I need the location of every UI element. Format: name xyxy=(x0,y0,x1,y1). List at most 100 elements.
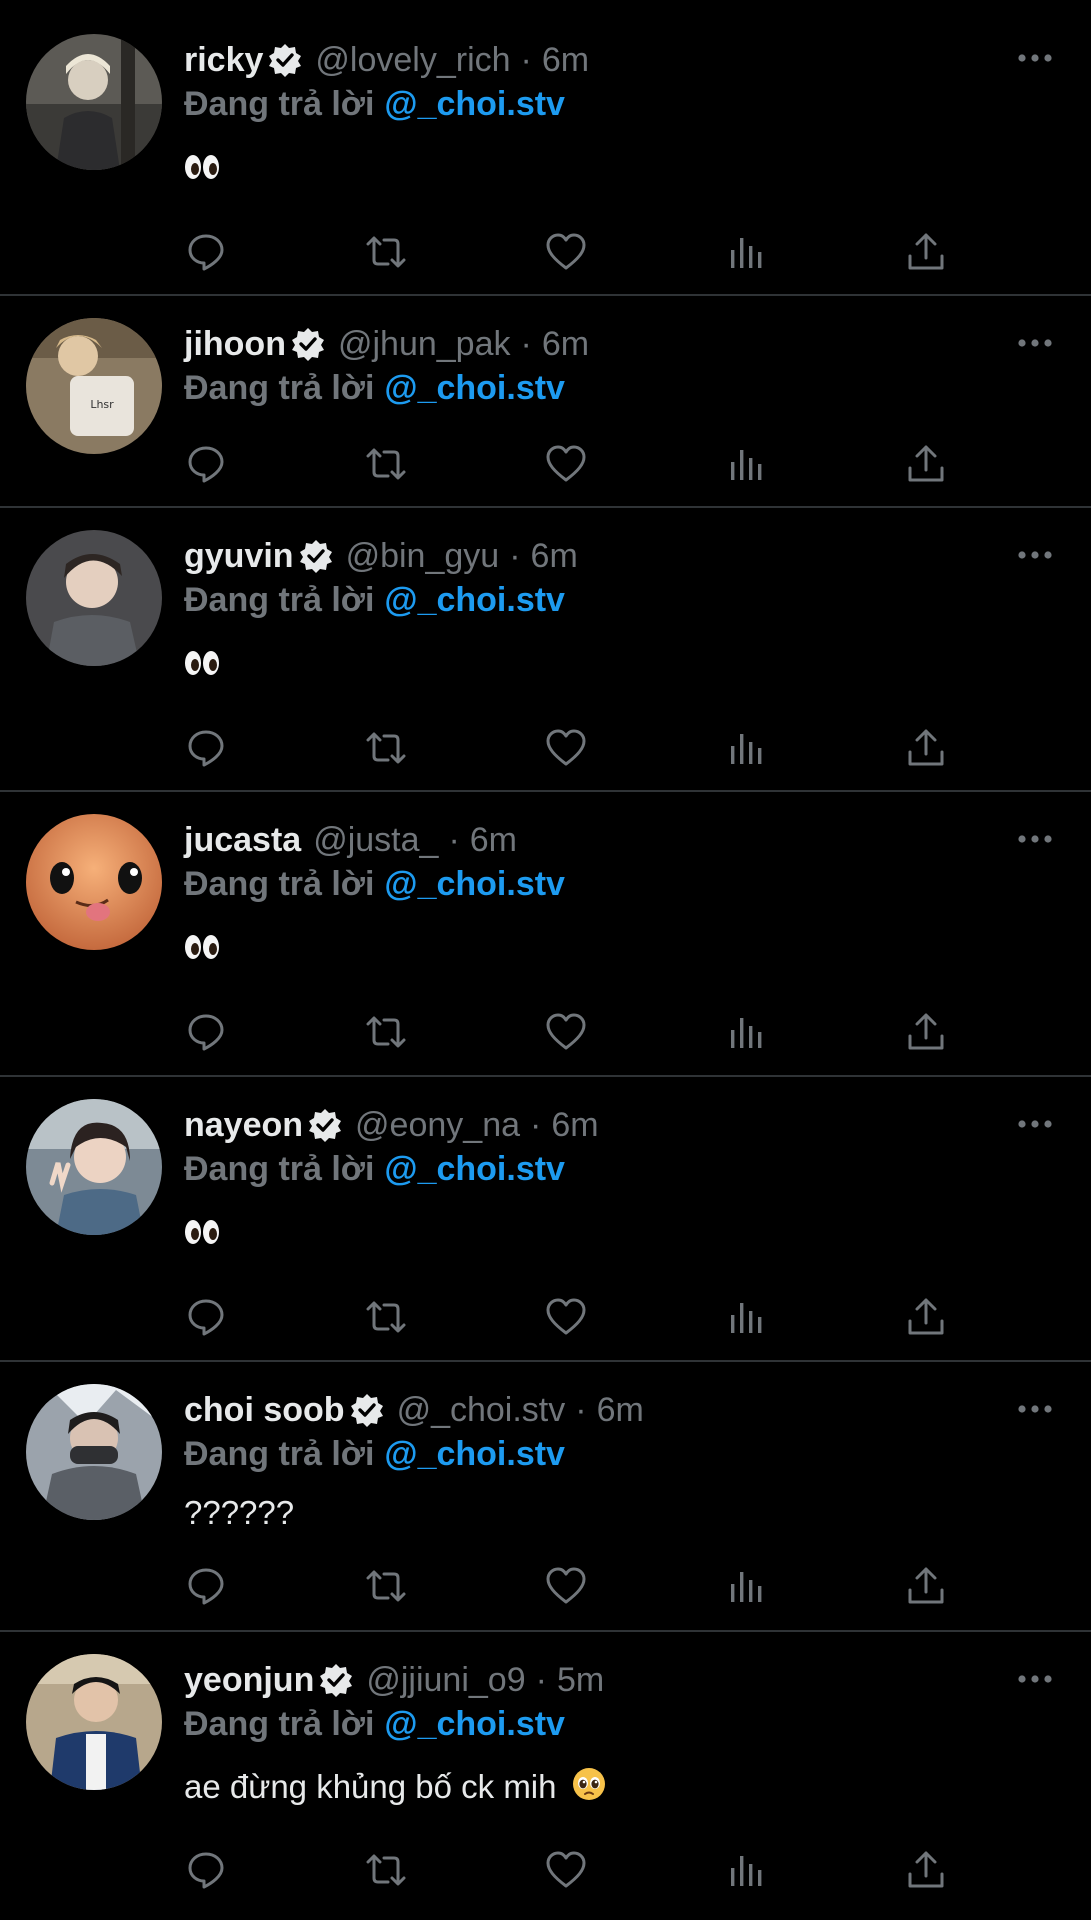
more-icon[interactable] xyxy=(1017,550,1053,560)
handle[interactable]: @bin_gyu xyxy=(346,536,500,576)
views-icon[interactable] xyxy=(724,1295,768,1339)
reply-target-link[interactable]: @_choi.stv xyxy=(384,369,565,407)
separator: · xyxy=(520,41,532,79)
share-icon[interactable] xyxy=(904,1848,948,1892)
share-icon[interactable] xyxy=(904,1564,948,1608)
reply-prefix: Đang trả lời xyxy=(184,85,375,123)
tweet-header: choi soob @_choi.stv · 6m xyxy=(184,1390,644,1430)
retweet-icon[interactable] xyxy=(364,1010,408,1054)
handle[interactable]: @lovely_rich xyxy=(315,40,510,80)
retweet-icon[interactable] xyxy=(364,442,408,486)
timestamp[interactable]: 6m xyxy=(531,536,578,576)
tweet-content: ?????? xyxy=(184,1494,295,1531)
reply-icon[interactable] xyxy=(184,1010,228,1054)
more-icon[interactable] xyxy=(1017,338,1053,348)
separator: · xyxy=(448,821,460,859)
separator: · xyxy=(509,537,521,575)
tweet[interactable]: yeonjun @jjiuni_o9 · 5m Đang trả lời @_ch… xyxy=(0,1632,1091,1920)
reply-icon[interactable] xyxy=(184,230,228,274)
handle[interactable]: @jjiuni_o9 xyxy=(366,1660,525,1700)
timestamp[interactable]: 6m xyxy=(551,1105,598,1145)
share-icon[interactable] xyxy=(904,442,948,486)
views-icon[interactable] xyxy=(724,230,768,274)
separator: · xyxy=(530,1106,542,1144)
timestamp[interactable]: 6m xyxy=(542,324,589,364)
reply-icon[interactable] xyxy=(184,1848,228,1892)
handle[interactable]: @jhun_pak xyxy=(338,324,511,364)
handle[interactable]: @eony_na xyxy=(355,1105,520,1145)
verified-badge-icon xyxy=(318,1662,354,1698)
heart-icon[interactable] xyxy=(544,1295,588,1339)
reply-prefix: Đang trả lời xyxy=(184,1150,375,1188)
timestamp[interactable]: 6m xyxy=(597,1390,644,1430)
action-bar xyxy=(184,230,964,274)
action-bar xyxy=(184,726,964,770)
avatar[interactable] xyxy=(26,1384,162,1520)
retweet-icon[interactable] xyxy=(364,726,408,770)
retweet-icon[interactable] xyxy=(364,1295,408,1339)
more-icon[interactable] xyxy=(1017,1674,1053,1684)
reply-icon[interactable] xyxy=(184,1295,228,1339)
display-name[interactable]: nayeon xyxy=(184,1105,303,1145)
views-icon[interactable] xyxy=(724,1848,768,1892)
display-name[interactable]: jucasta xyxy=(184,820,301,860)
eyes-emoji-icon xyxy=(184,1215,220,1257)
tweet[interactable]: jucasta @justa_ · 6m Đang trả lời @_choi.… xyxy=(0,792,1091,1077)
share-icon[interactable] xyxy=(904,1295,948,1339)
tweet-header: jihoon @jhun_pak · 6m xyxy=(184,324,589,364)
views-icon[interactable] xyxy=(724,442,768,486)
avatar[interactable]: Lhsr xyxy=(26,318,162,454)
share-icon[interactable] xyxy=(904,230,948,274)
reply-target-link[interactable]: @_choi.stv xyxy=(384,85,565,123)
reply-target-link[interactable]: @_choi.stv xyxy=(384,1435,565,1473)
avatar[interactable] xyxy=(26,530,162,666)
display-name[interactable]: choi soob xyxy=(184,1390,345,1430)
reply-target-link[interactable]: @_choi.stv xyxy=(384,1705,565,1743)
timestamp[interactable]: 6m xyxy=(470,820,517,860)
display-name[interactable]: ricky xyxy=(184,40,263,80)
heart-icon[interactable] xyxy=(544,230,588,274)
retweet-icon[interactable] xyxy=(364,1848,408,1892)
reply-icon[interactable] xyxy=(184,726,228,770)
heart-icon[interactable] xyxy=(544,726,588,770)
timestamp[interactable]: 5m xyxy=(557,1660,604,1700)
more-icon[interactable] xyxy=(1017,834,1053,844)
display-name[interactable]: jihoon xyxy=(184,324,286,364)
views-icon[interactable] xyxy=(724,726,768,770)
reply-icon[interactable] xyxy=(184,442,228,486)
display-name[interactable]: yeonjun xyxy=(184,1660,314,1700)
timestamp[interactable]: 6m xyxy=(542,40,589,80)
avatar[interactable] xyxy=(26,814,162,950)
more-icon[interactable] xyxy=(1017,53,1053,63)
tweet[interactable]: nayeon @eony_na · 6m Đang trả lời @_choi.… xyxy=(0,1077,1091,1362)
display-name[interactable]: gyuvin xyxy=(184,536,294,576)
more-icon[interactable] xyxy=(1017,1404,1053,1414)
reply-target-link[interactable]: @_choi.stv xyxy=(384,581,565,619)
tweet[interactable]: gyuvin @bin_gyu · 6m Đang trả lời @_choi.… xyxy=(0,508,1091,792)
retweet-icon[interactable] xyxy=(364,1564,408,1608)
reply-target-link[interactable]: @_choi.stv xyxy=(384,865,565,903)
views-icon[interactable] xyxy=(724,1010,768,1054)
tweet[interactable]: choi soob @_choi.stv · 6m Đang trả lời @_… xyxy=(0,1362,1091,1632)
heart-icon[interactable] xyxy=(544,1848,588,1892)
heart-icon[interactable] xyxy=(544,1010,588,1054)
avatar[interactable] xyxy=(26,1099,162,1235)
verified-badge-icon xyxy=(267,42,303,78)
views-icon[interactable] xyxy=(724,1564,768,1608)
heart-icon[interactable] xyxy=(544,1564,588,1608)
handle[interactable]: @justa_ xyxy=(313,820,438,860)
share-icon[interactable] xyxy=(904,1010,948,1054)
reply-icon[interactable] xyxy=(184,1564,228,1608)
tweet[interactable]: ricky @lovely_rich · 6m Đang trả lời @_ch… xyxy=(0,0,1091,296)
replying-to: Đang trả lời @_choi.stv xyxy=(184,580,565,620)
avatar[interactable] xyxy=(26,34,162,170)
more-icon[interactable] xyxy=(1017,1119,1053,1129)
retweet-icon[interactable] xyxy=(364,230,408,274)
heart-icon[interactable] xyxy=(544,442,588,486)
handle[interactable]: @_choi.stv xyxy=(397,1390,566,1430)
reply-target-link[interactable]: @_choi.stv xyxy=(384,1150,565,1188)
tweet-header: ricky @lovely_rich · 6m xyxy=(184,40,589,80)
tweet[interactable]: Lhsr jihoon @jhun_pak · 6m Đang trả lời @… xyxy=(0,296,1091,508)
share-icon[interactable] xyxy=(904,726,948,770)
avatar[interactable] xyxy=(26,1654,162,1790)
